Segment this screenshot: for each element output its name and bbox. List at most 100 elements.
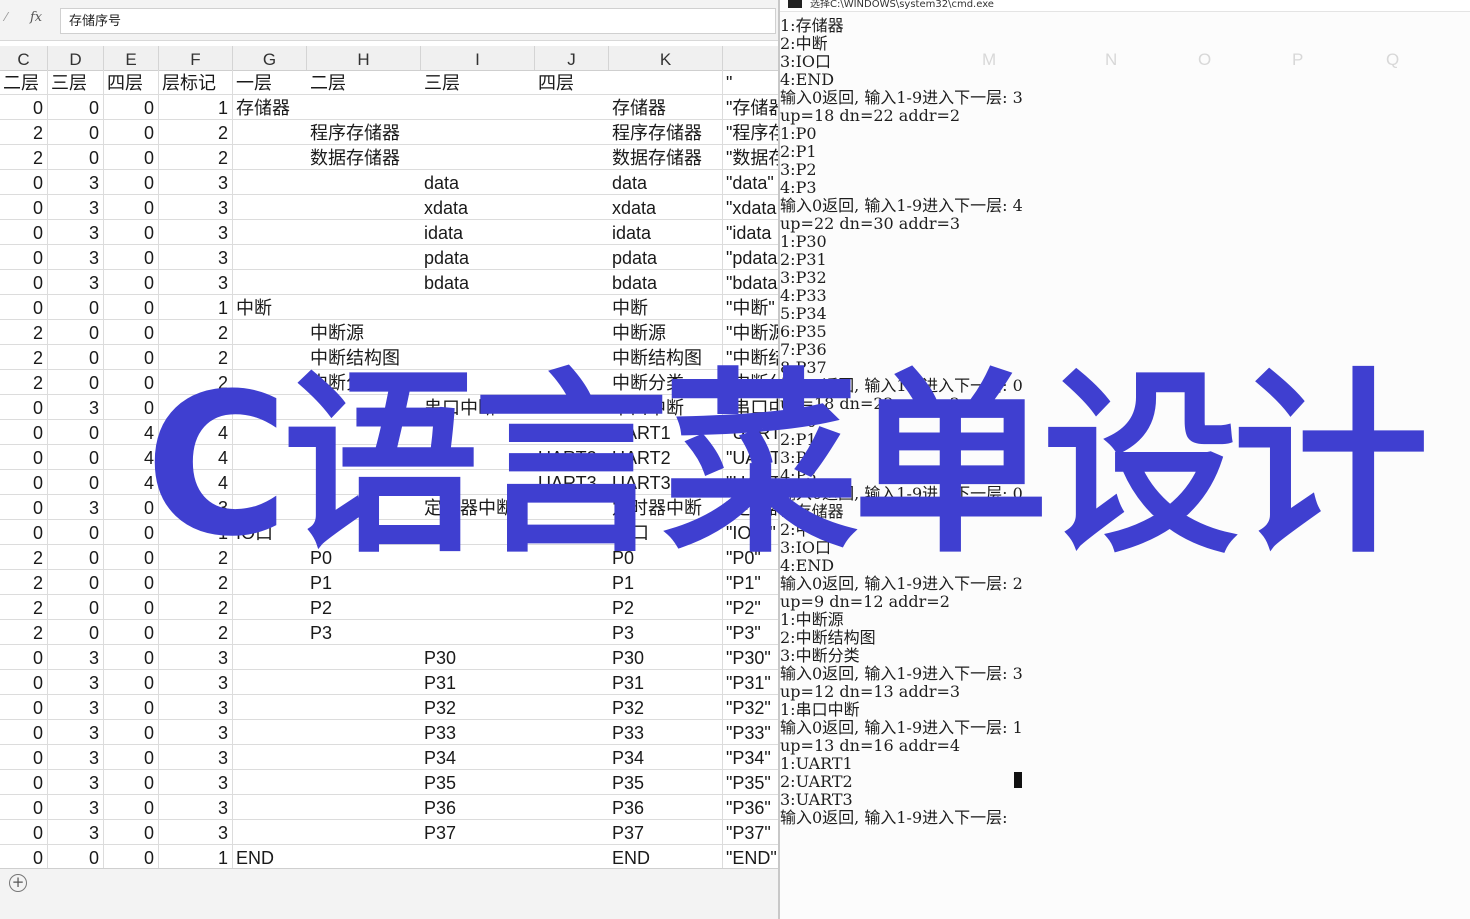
table-cell[interactable]: 0 <box>48 95 104 120</box>
table-cell[interactable]: 0 <box>0 695 48 720</box>
column-header-h[interactable]: H <box>307 46 421 70</box>
table-cell[interactable]: 数据存储器 <box>609 145 723 170</box>
table-cell[interactable]: "P33" <box>723 720 780 745</box>
table-cell[interactable]: "P34" <box>723 745 780 770</box>
table-cell[interactable]: 0 <box>0 495 48 520</box>
table-cell[interactable]: "data" <box>723 170 780 195</box>
table-cell[interactable]: bdata <box>609 270 723 295</box>
table-cell[interactable]: P3 <box>609 620 723 645</box>
header-cell[interactable]: 层标记 <box>159 70 233 95</box>
table-cell[interactable]: 存储器 <box>609 95 723 120</box>
table-cell[interactable] <box>233 820 307 845</box>
table-cell[interactable]: 0 <box>48 420 104 445</box>
table-cell[interactable] <box>307 795 421 820</box>
table-cell[interactable]: "xdata <box>723 195 780 220</box>
table-cell[interactable]: 0 <box>0 820 48 845</box>
table-cell[interactable]: "P35" <box>723 770 780 795</box>
table-cell[interactable]: "存储器 <box>723 95 780 120</box>
table-cell[interactable]: 1 <box>159 295 233 320</box>
table-cell[interactable]: 中断源 <box>307 320 421 345</box>
table-cell[interactable]: 1 <box>159 845 233 870</box>
table-cell[interactable]: 0 <box>104 120 159 145</box>
table-cell[interactable]: 3 <box>159 795 233 820</box>
table-cell[interactable]: P31 <box>421 670 535 695</box>
table-cell[interactable]: 0 <box>48 295 104 320</box>
table-cell[interactable]: 0 <box>104 170 159 195</box>
table-cell[interactable]: 2 <box>159 120 233 145</box>
table-cell[interactable] <box>535 745 609 770</box>
table-cell[interactable]: 2 <box>0 620 48 645</box>
table-cell[interactable]: data <box>609 170 723 195</box>
table-cell[interactable]: 3 <box>159 695 233 720</box>
table-cell[interactable]: 0 <box>0 745 48 770</box>
table-cell[interactable]: 0 <box>104 220 159 245</box>
table-cell[interactable]: 3 <box>48 220 104 245</box>
table-cell[interactable] <box>421 595 535 620</box>
table-cell[interactable] <box>233 595 307 620</box>
table-cell[interactable] <box>233 245 307 270</box>
table-cell[interactable]: 3 <box>159 270 233 295</box>
table-cell[interactable]: 0 <box>104 270 159 295</box>
table-cell[interactable]: "P32" <box>723 695 780 720</box>
table-cell[interactable] <box>233 220 307 245</box>
table-cell[interactable]: 0 <box>0 395 48 420</box>
column-header-g[interactable]: G <box>233 46 307 70</box>
table-cell[interactable]: 0 <box>0 720 48 745</box>
table-cell[interactable]: 0 <box>104 770 159 795</box>
table-cell[interactable] <box>307 95 421 120</box>
table-cell[interactable]: 3 <box>48 170 104 195</box>
header-cell[interactable]: 二层 <box>307 70 421 95</box>
table-cell[interactable]: 3 <box>48 795 104 820</box>
table-cell[interactable]: 0 <box>0 445 48 470</box>
table-cell[interactable]: 0 <box>48 520 104 545</box>
header-cell[interactable]: 四层 <box>535 70 609 95</box>
table-cell[interactable]: bdata <box>421 270 535 295</box>
table-cell[interactable] <box>535 645 609 670</box>
table-cell[interactable] <box>233 320 307 345</box>
table-cell[interactable]: 0 <box>0 295 48 320</box>
table-cell[interactable]: P32 <box>609 695 723 720</box>
table-cell[interactable]: idata <box>421 220 535 245</box>
table-cell[interactable]: 0 <box>104 595 159 620</box>
table-cell[interactable]: "idata <box>723 220 780 245</box>
table-cell[interactable]: 0 <box>104 795 159 820</box>
table-cell[interactable] <box>233 120 307 145</box>
table-cell[interactable]: 0 <box>104 320 159 345</box>
table-cell[interactable]: 0 <box>48 120 104 145</box>
table-cell[interactable]: P37 <box>609 820 723 845</box>
table-cell[interactable]: pdata <box>421 245 535 270</box>
table-cell[interactable]: P3 <box>307 620 421 645</box>
table-cell[interactable]: 0 <box>48 320 104 345</box>
table-cell[interactable]: 0 <box>48 570 104 595</box>
table-cell[interactable] <box>535 120 609 145</box>
table-cell[interactable] <box>535 595 609 620</box>
table-cell[interactable] <box>535 820 609 845</box>
add-sheet-button[interactable]: + <box>9 874 27 892</box>
table-cell[interactable]: 0 <box>104 720 159 745</box>
table-cell[interactable] <box>535 145 609 170</box>
table-cell[interactable] <box>307 720 421 745</box>
table-cell[interactable] <box>535 320 609 345</box>
header-cell[interactable]: 三层 <box>48 70 104 95</box>
table-cell[interactable]: 3 <box>159 820 233 845</box>
table-cell[interactable]: 0 <box>104 620 159 645</box>
table-cell[interactable]: 0 <box>104 95 159 120</box>
table-cell[interactable] <box>535 170 609 195</box>
table-cell[interactable]: 3 <box>159 195 233 220</box>
table-cell[interactable]: 3 <box>48 495 104 520</box>
table-cell[interactable]: 3 <box>48 770 104 795</box>
table-cell[interactable] <box>307 670 421 695</box>
table-cell[interactable]: 2 <box>159 145 233 170</box>
table-cell[interactable]: 0 <box>0 645 48 670</box>
table-cell[interactable]: P34 <box>421 745 535 770</box>
table-cell[interactable]: "中断" <box>723 295 780 320</box>
table-cell[interactable]: 3 <box>159 770 233 795</box>
table-cell[interactable]: END <box>233 845 307 870</box>
table-cell[interactable]: "P37" <box>723 820 780 845</box>
table-cell[interactable] <box>535 695 609 720</box>
table-cell[interactable]: 3 <box>48 745 104 770</box>
table-cell[interactable] <box>421 95 535 120</box>
table-cell[interactable] <box>233 795 307 820</box>
table-cell[interactable] <box>535 795 609 820</box>
table-cell[interactable]: "bdata <box>723 270 780 295</box>
